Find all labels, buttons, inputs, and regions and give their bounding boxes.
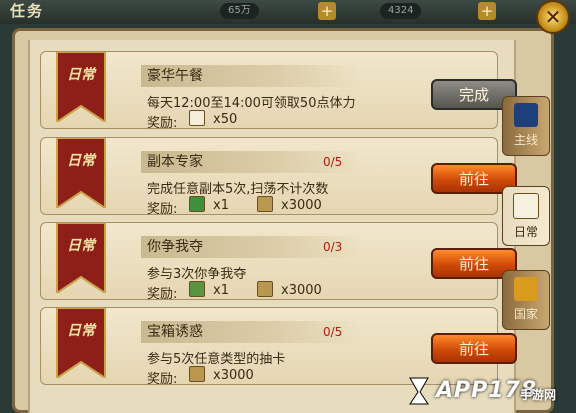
daily-ribbon-icon: 日常: [55, 308, 107, 378]
task-desc: 参与3次你争我夺: [147, 267, 247, 282]
add-stamina-button[interactable]: +: [318, 2, 336, 20]
task-progress: 0/3: [323, 240, 343, 254]
reward-label: 奖励:: [147, 202, 178, 217]
go-button[interactable]: 前往: [431, 333, 517, 364]
task-desc: 参与5次任意类型的抽卡: [147, 352, 286, 367]
reward-label: 奖励:: [147, 372, 178, 387]
food-icon: [189, 110, 205, 126]
window-title: 任务: [10, 2, 45, 20]
close-icon: ✕: [544, 5, 562, 29]
tab-nation[interactable]: 国家: [502, 270, 550, 330]
reward-label: 奖励:: [147, 116, 178, 131]
tab-daily[interactable]: 日常: [502, 186, 550, 246]
daily-ribbon-icon: 日常: [55, 52, 107, 122]
app178-watermark: APP178 手游网: [400, 370, 576, 413]
top-bar: 任务 65万 + 4324 +: [0, 0, 576, 24]
daily-ribbon-icon: 日常: [55, 223, 107, 293]
reward-value: x1: [213, 283, 229, 298]
reward-value: x3000: [281, 198, 322, 213]
task-progress: 0/5: [323, 325, 343, 339]
gem-icon: [189, 196, 205, 212]
fruit-icon: [189, 281, 205, 297]
close-button[interactable]: ✕: [536, 0, 570, 34]
reward-value: x1: [213, 198, 229, 213]
book-icon: [514, 103, 538, 127]
task-desc: 每天12:00至14:00可领取50点体力: [147, 96, 356, 111]
stamina-stat: 65万: [220, 3, 259, 19]
reward-value: x50: [213, 112, 238, 127]
task-card: 日常 副本专家 0/5 完成任意副本5次,扫荡不计次数 奖励: x1 x3000…: [40, 137, 517, 217]
add-gold-button[interactable]: +: [478, 2, 496, 20]
coin-icon: [189, 366, 205, 382]
task-card: 日常 你争我夺 0/3 参与3次你争我夺 奖励: x1 x3000 前往: [40, 222, 517, 302]
gold-stat: 4324: [380, 3, 422, 19]
task-progress: 0/5: [323, 155, 343, 169]
app178-logo-icon: [409, 377, 429, 405]
task-name: 豪华午餐: [141, 65, 363, 87]
reward-label: 奖励:: [147, 287, 178, 302]
task-desc: 完成任意副本5次,扫荡不计次数: [147, 182, 329, 197]
reward-value: x3000: [281, 283, 322, 298]
daily-ribbon-icon: 日常: [55, 138, 107, 208]
reward-value: x3000: [213, 368, 254, 383]
coin-icon: [257, 196, 273, 212]
tab-main-story[interactable]: 主线: [502, 96, 550, 156]
coin-icon: [257, 281, 273, 297]
scroll-icon: [513, 193, 539, 219]
task-card: 日常 豪华午餐 每天12:00至14:00可领取50点体力 奖励: x50 完成: [40, 51, 517, 131]
crown-icon: [514, 277, 538, 301]
